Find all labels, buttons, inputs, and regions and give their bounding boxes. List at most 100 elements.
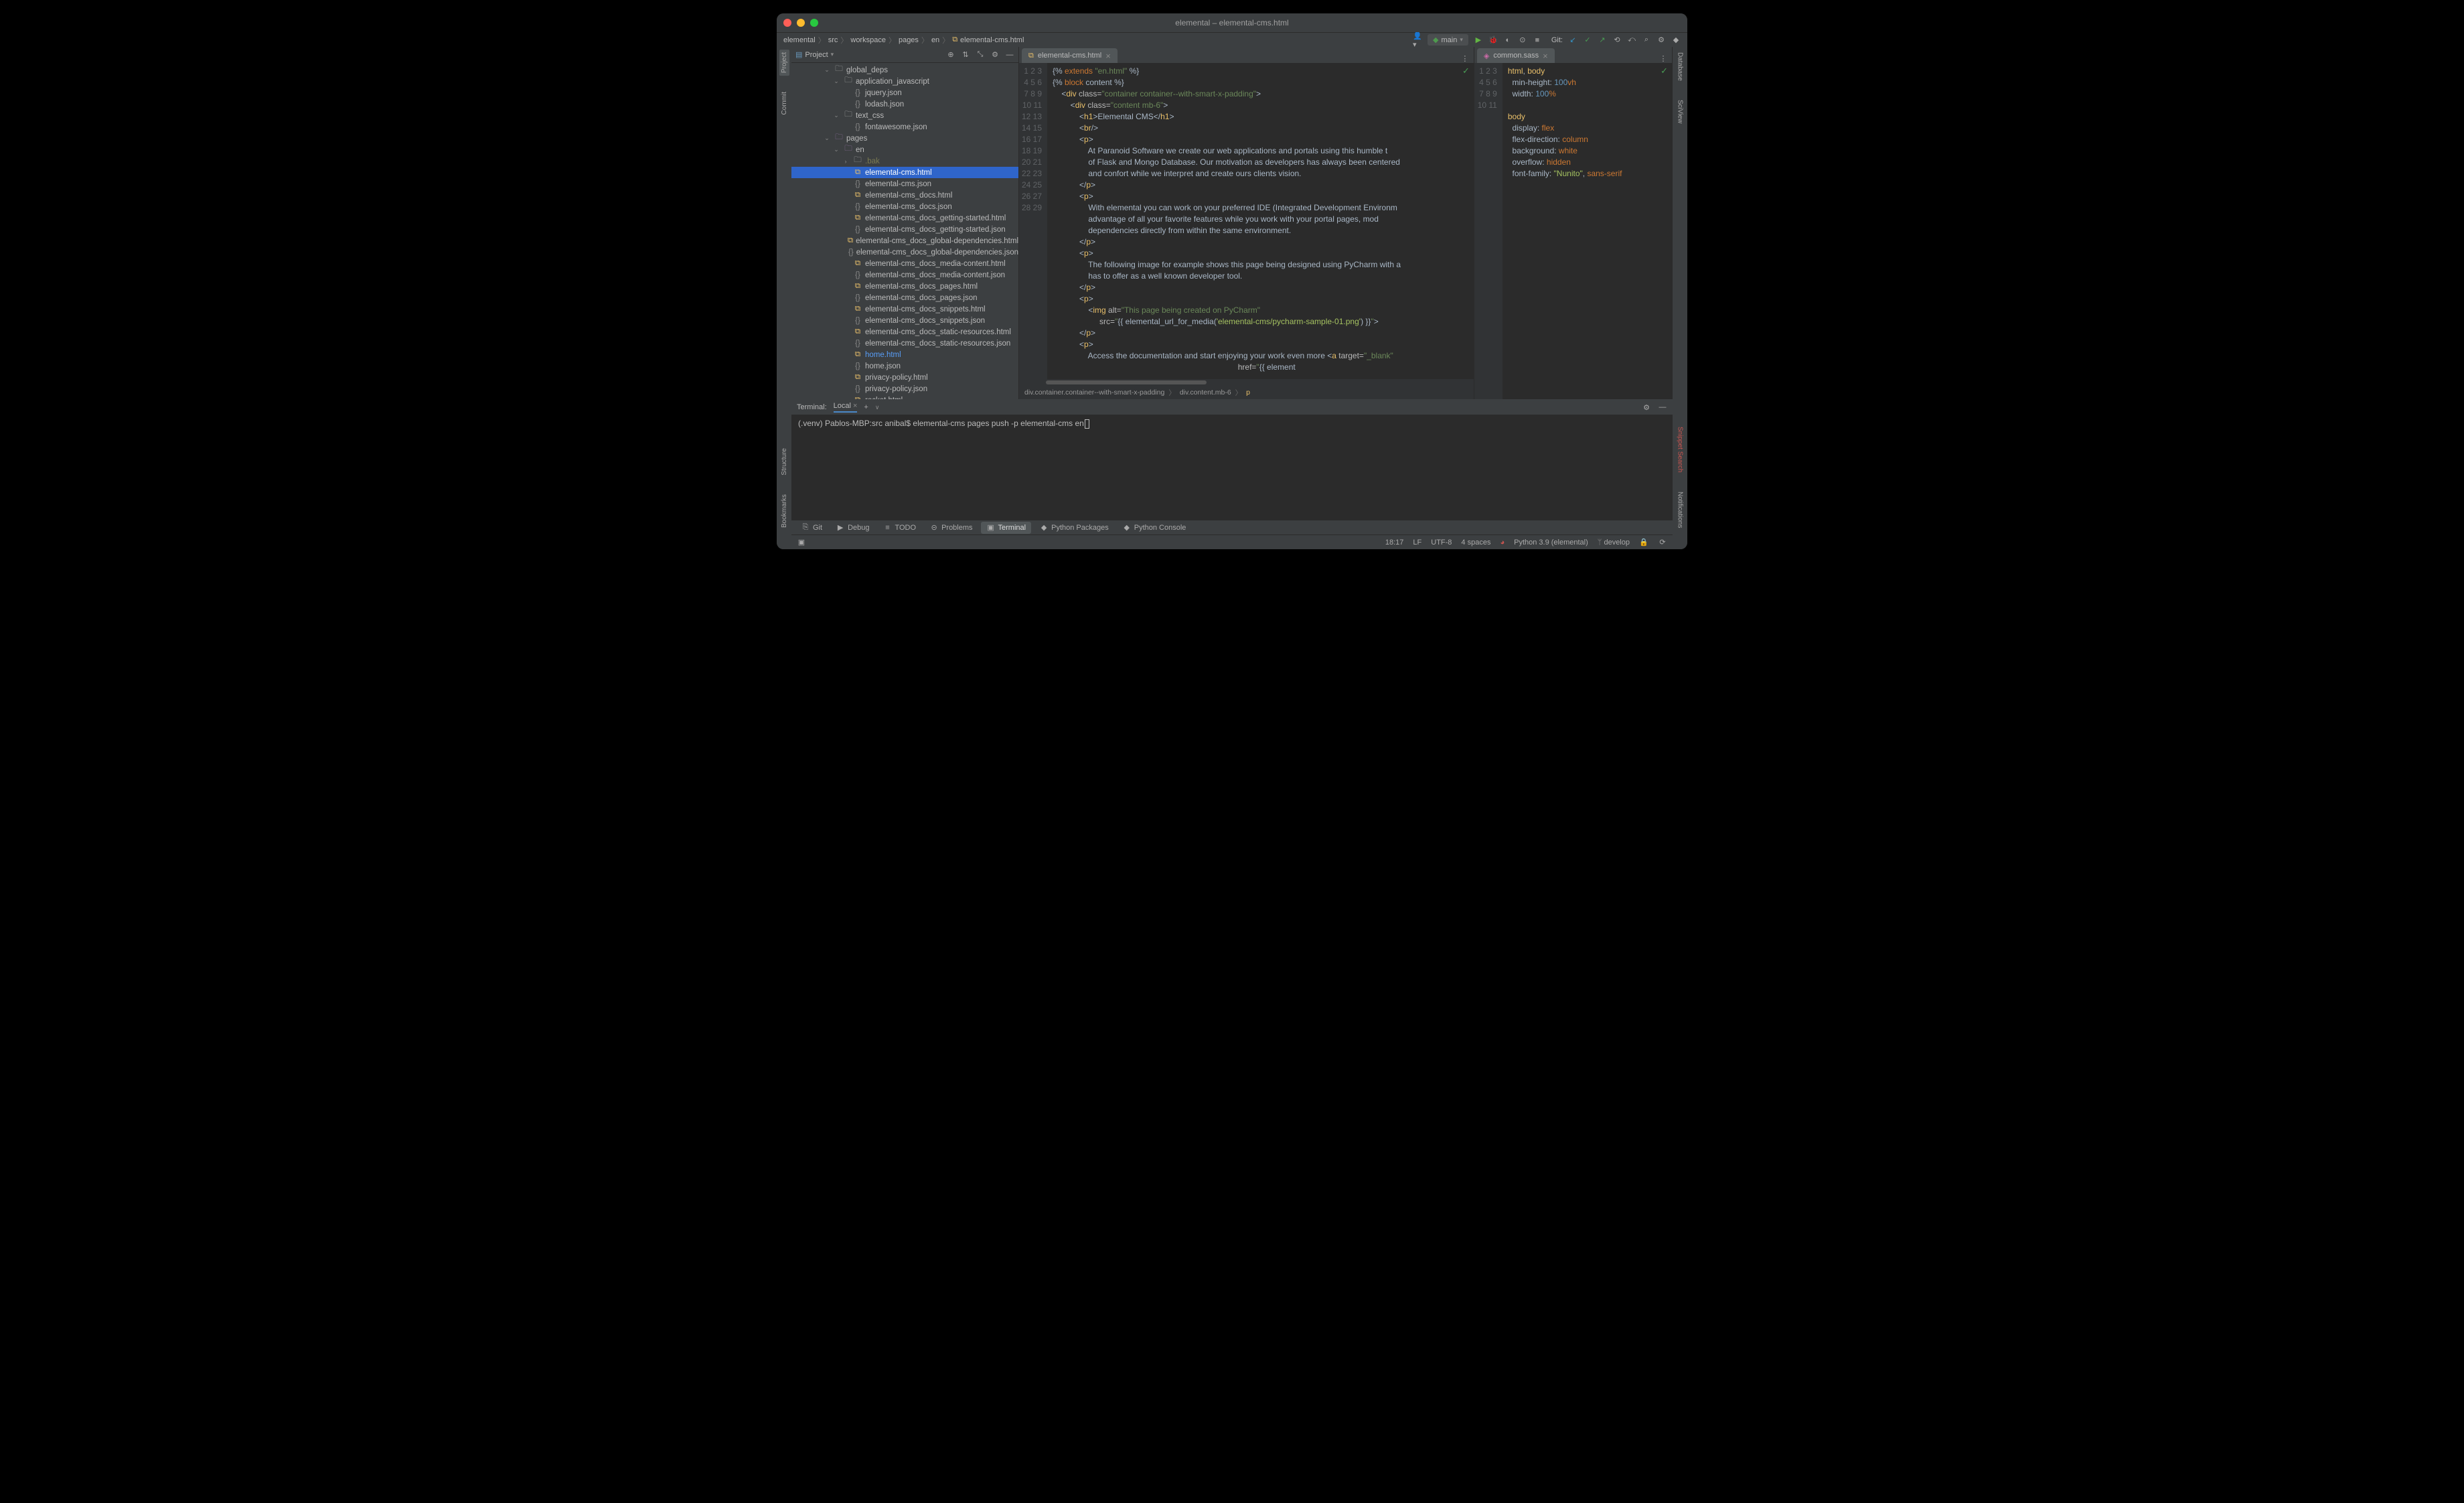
hide-icon[interactable]: — xyxy=(1005,50,1014,60)
snippet-search-tool-tab[interactable]: Snippet Search xyxy=(1677,424,1684,475)
zoom-icon[interactable] xyxy=(810,19,818,27)
tree-node[interactable]: {}home.json xyxy=(791,360,1018,372)
expand-all-icon[interactable]: ⇅ xyxy=(961,50,970,60)
terminal-tab[interactable]: Local × xyxy=(834,402,858,413)
lock-icon[interactable]: 🔒 xyxy=(1639,538,1648,547)
coverage-icon[interactable]: ◐ xyxy=(1503,35,1513,45)
debug-icon[interactable]: 🐞 xyxy=(1488,35,1498,45)
git-commit-icon[interactable]: ✓ xyxy=(1583,35,1592,45)
bottom-tab-problems[interactable]: ⊝Problems xyxy=(924,522,978,534)
editor-tab[interactable]: ◈common.sass× xyxy=(1477,48,1555,63)
editor-breadcrumb[interactable]: div.container.container--with-smart-x-pa… xyxy=(1019,386,1474,399)
tree-node[interactable]: ⧉elemental-cms_docs_global-dependencies.… xyxy=(791,235,1018,246)
commit-tool-tab[interactable]: Commit xyxy=(781,89,788,117)
tree-node[interactable]: {}jquery.json xyxy=(791,87,1018,98)
structure-tool-tab[interactable]: Structure xyxy=(781,445,788,478)
tree-node[interactable]: {}privacy-policy.json xyxy=(791,383,1018,395)
notifications-tool-tab[interactable]: Notifications xyxy=(1677,489,1684,530)
tree-node[interactable]: ⌄🗀text_css xyxy=(791,110,1018,121)
search-icon[interactable]: ⌕ xyxy=(1642,35,1651,45)
profile-icon[interactable]: ⊙ xyxy=(1518,35,1527,45)
tree-node[interactable]: {}fontawesome.json xyxy=(791,121,1018,133)
h-scrollbar[interactable] xyxy=(1019,379,1474,386)
terminal-body[interactable]: (.venv) Pablos-MBP:src anibal$ elemental… xyxy=(791,415,1673,520)
stop-icon[interactable]: ■ xyxy=(1533,35,1542,45)
database-tool-tab[interactable]: Database xyxy=(1677,50,1684,84)
tree-node[interactable]: ⧉elemental-cms_docs.html xyxy=(791,190,1018,201)
history-icon[interactable]: ⟲ xyxy=(1612,35,1622,45)
crumb-file[interactable]: ⧉elemental-cms.html xyxy=(952,35,1024,44)
tree-node[interactable]: {}elemental-cms_docs_getting-started.jso… xyxy=(791,224,1018,235)
git-push-icon[interactable]: ↗ xyxy=(1598,35,1607,45)
tree-node[interactable]: ⧉elemental-cms_docs_static-resources.htm… xyxy=(791,326,1018,338)
status-tool-icon[interactable]: ▣ xyxy=(797,538,806,547)
terminal-settings-icon[interactable]: ⚙ xyxy=(1642,403,1651,412)
editor-menu-icon[interactable]: ⋮ xyxy=(1460,54,1470,63)
select-opened-icon[interactable]: ⊕ xyxy=(946,50,955,60)
line-separator[interactable]: LF xyxy=(1413,539,1421,547)
main-editor[interactable]: 1 2 3 4 5 6 7 8 9 10 11 12 13 14 15 16 1… xyxy=(1019,63,1474,379)
new-terminal-button[interactable]: + xyxy=(864,403,868,411)
tree-node[interactable]: {}elemental-cms_docs_global-dependencies… xyxy=(791,246,1018,258)
tree-node[interactable]: ›🗀.bak xyxy=(791,155,1018,167)
close-icon[interactable] xyxy=(783,19,791,27)
tree-node[interactable]: {}elemental-cms_docs_pages.json xyxy=(791,292,1018,303)
crumb[interactable]: elemental xyxy=(783,36,816,44)
git-update-icon[interactable]: ↙ xyxy=(1568,35,1577,45)
git-branch[interactable]: ᛘ develop xyxy=(1598,539,1630,547)
tree-node[interactable]: ⧉elemental-cms.html xyxy=(791,167,1018,178)
tree-node[interactable]: ⧉rocket.html xyxy=(791,395,1018,399)
sync-icon[interactable]: ⟳ xyxy=(1658,538,1667,547)
breadcrumb[interactable]: elemental〉 src〉 workspace〉 pages〉 en〉 ⧉e… xyxy=(783,35,1024,46)
bottom-tab-todo[interactable]: ≡TODO xyxy=(877,522,921,534)
settings-icon[interactable]: ⚙ xyxy=(990,50,1000,60)
tree-node[interactable]: ⌄🗀en xyxy=(791,144,1018,155)
close-tab-icon[interactable]: × xyxy=(1543,51,1548,61)
tree-node[interactable]: ⧉elemental-cms_docs_pages.html xyxy=(791,281,1018,292)
crumb[interactable]: workspace xyxy=(850,36,886,44)
bottom-tab-python-packages[interactable]: ◆Python Packages xyxy=(1034,522,1114,534)
run-icon[interactable]: ▶ xyxy=(1474,35,1483,45)
editor-menu-icon[interactable]: ⋮ xyxy=(1659,54,1668,63)
inspector-icon[interactable]: ◕ xyxy=(1500,539,1505,547)
tree-node[interactable]: {}elemental-cms_docs.json xyxy=(791,201,1018,212)
project-tree[interactable]: ⌄🗀global_deps⌄🗀application_javascript{}j… xyxy=(791,63,1018,399)
inspection-ok-icon[interactable]: ✓ xyxy=(1462,66,1470,76)
tree-node[interactable]: ⌄🗀global_deps xyxy=(791,64,1018,76)
inspection-ok-icon[interactable]: ✓ xyxy=(1661,66,1668,76)
ide-features-icon[interactable]: ◆ xyxy=(1671,35,1681,45)
run-config-dropdown[interactable]: ◆main▾ xyxy=(1428,34,1468,46)
bottom-tab-terminal[interactable]: ▣Terminal xyxy=(981,522,1032,534)
tree-node[interactable]: ⧉elemental-cms_docs_getting-started.html xyxy=(791,212,1018,224)
terminal-dropdown-icon[interactable]: ∨ xyxy=(875,404,880,411)
user-dropdown-icon[interactable]: 👤▾ xyxy=(1413,35,1422,45)
caret-position[interactable]: 18:17 xyxy=(1385,539,1404,547)
minimize-icon[interactable] xyxy=(797,19,805,27)
tree-node[interactable]: {}elemental-cms_docs_snippets.json xyxy=(791,315,1018,326)
side-editor[interactable]: 1 2 3 4 5 6 7 8 9 10 11 html, body min-h… xyxy=(1474,63,1672,399)
bottom-tab-debug[interactable]: ▶Debug xyxy=(830,522,874,534)
tree-node[interactable]: ⧉privacy-policy.html xyxy=(791,372,1018,383)
tree-node[interactable]: {}lodash.json xyxy=(791,98,1018,110)
encoding[interactable]: UTF-8 xyxy=(1431,539,1452,547)
tree-node[interactable]: ⌄🗀pages xyxy=(791,133,1018,144)
collapse-all-icon[interactable]: ⤡ xyxy=(976,50,985,60)
indent[interactable]: 4 spaces xyxy=(1461,539,1490,547)
tree-node[interactable]: ⧉elemental-cms_docs_snippets.html xyxy=(791,303,1018,315)
revert-icon[interactable]: ⤺ xyxy=(1627,35,1636,45)
interpreter[interactable]: Python 3.9 (elemental) xyxy=(1514,539,1588,547)
code-area[interactable]: html, body min-height: 100vh width: 100%… xyxy=(1503,63,1672,399)
editor-tab[interactable]: ⧉elemental-cms.html× xyxy=(1022,48,1118,63)
settings-icon[interactable]: ⚙ xyxy=(1657,35,1666,45)
tree-node[interactable]: {}elemental-cms_docs_static-resources.js… xyxy=(791,338,1018,349)
crumb[interactable]: en xyxy=(931,36,939,44)
bookmarks-tool-tab[interactable]: Bookmarks xyxy=(781,492,788,530)
crumb[interactable]: pages xyxy=(899,36,919,44)
crumb[interactable]: src xyxy=(828,36,838,44)
project-tool-tab[interactable]: Project xyxy=(779,50,789,76)
bottom-tab-python-console[interactable]: ◆Python Console xyxy=(1117,522,1192,534)
tree-node[interactable]: ⧉home.html xyxy=(791,349,1018,360)
sciview-tool-tab[interactable]: SciView xyxy=(1677,97,1684,126)
tree-node[interactable]: ⌄🗀application_javascript xyxy=(791,76,1018,87)
tree-node[interactable]: ⧉elemental-cms_docs_media-content.html xyxy=(791,258,1018,269)
